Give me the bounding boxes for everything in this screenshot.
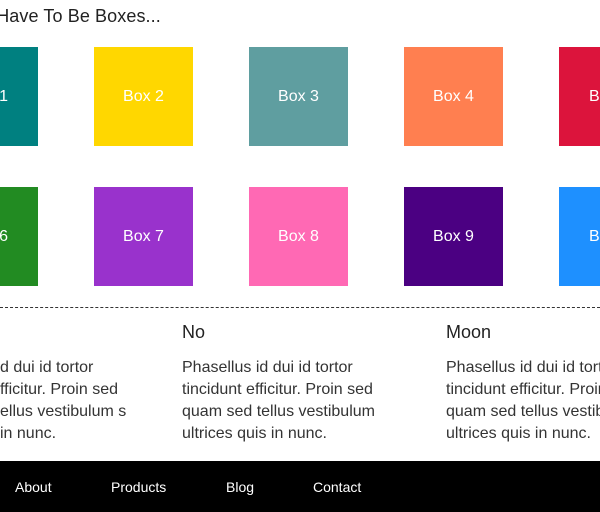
box-label: Bo bbox=[589, 87, 600, 105]
box-label: Bo bbox=[589, 227, 600, 245]
column-text-2: Phasellus id dui id tortor tincidunt eff… bbox=[182, 359, 375, 442]
box-label: Box 2 bbox=[123, 87, 164, 105]
box-2: Box 2 bbox=[94, 47, 193, 146]
column-title-2: No bbox=[182, 322, 206, 342]
column-title-3: Moon bbox=[446, 322, 492, 342]
box-label: Box 9 bbox=[433, 227, 474, 245]
column-text-3-body: Phasellus id dui id tortor tincidunt eff… bbox=[446, 359, 600, 442]
box-10: Bo bbox=[559, 187, 600, 286]
page-heading: t Have To Be Boxes... bbox=[0, 6, 161, 26]
box-label: Box 8 bbox=[278, 227, 319, 245]
box-4: Box 4 bbox=[404, 47, 503, 146]
nav-link-about[interactable]: About bbox=[15, 479, 52, 495]
box-label: Box 7 bbox=[123, 227, 164, 245]
box-label: Box 4 bbox=[433, 87, 474, 105]
box-7: Box 7 bbox=[94, 187, 193, 286]
nav-link-products[interactable]: Products bbox=[111, 479, 166, 495]
box-label: Box 3 bbox=[278, 87, 319, 105]
column-text-1: d dui id tortor fficitur. Proin sed ellu… bbox=[0, 359, 127, 442]
box-label: 6 bbox=[0, 227, 8, 245]
box-label: 1 bbox=[0, 87, 8, 105]
section-divider bbox=[0, 307, 600, 308]
box-8: Box 8 bbox=[249, 187, 348, 286]
box-9: Box 9 bbox=[404, 187, 503, 286]
nav-link-blog[interactable]: Blog bbox=[226, 479, 254, 495]
box-6: 6 bbox=[0, 187, 38, 286]
footer-nav: About Products Blog Contact bbox=[0, 461, 600, 512]
column-text-3: Phasellus id dui id tortor tincidunt eff… bbox=[446, 357, 600, 445]
nav-link-contact[interactable]: Contact bbox=[313, 479, 361, 495]
box-1: 1 bbox=[0, 47, 38, 146]
page: t Have To Be Boxes... 1 Box 2 Box 3 Box … bbox=[0, 0, 600, 512]
box-3: Box 3 bbox=[249, 47, 348, 146]
box-5: Bo bbox=[559, 47, 600, 146]
